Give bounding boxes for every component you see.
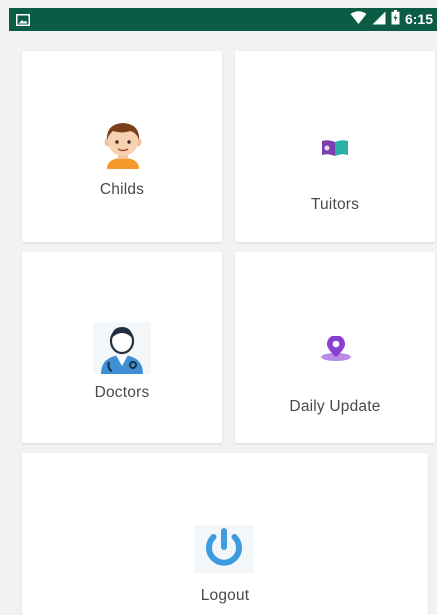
childs-card[interactable]: Childs	[22, 51, 222, 242]
doctors-label: Doctors	[94, 384, 150, 401]
image-notification-icon	[16, 13, 30, 31]
signal-icon	[372, 11, 386, 28]
child-icon	[100, 120, 146, 175]
power-icon	[194, 525, 254, 578]
wifi-icon	[350, 10, 367, 28]
status-bar: 6:15	[9, 8, 437, 31]
battery-icon	[391, 10, 400, 28]
doctors-card[interactable]: Doctors	[22, 252, 222, 443]
book-icon	[321, 139, 349, 162]
daily-update-label: Daily Update	[289, 398, 381, 415]
tuitors-card[interactable]: Tuitors	[235, 51, 435, 242]
status-time: 6:15	[404, 11, 433, 27]
doctor-icon	[93, 322, 151, 379]
childs-label: Childs	[99, 181, 145, 198]
logout-card[interactable]: Logout	[22, 453, 428, 615]
logout-label: Logout	[200, 587, 250, 604]
tuitors-label: Tuitors	[310, 196, 360, 213]
daily-update-card[interactable]: Daily Update	[235, 252, 435, 443]
dashboard-grid: Childs Tuitors Doctors Daily Update Logo…	[9, 31, 437, 615]
location-pin-icon	[319, 335, 353, 367]
